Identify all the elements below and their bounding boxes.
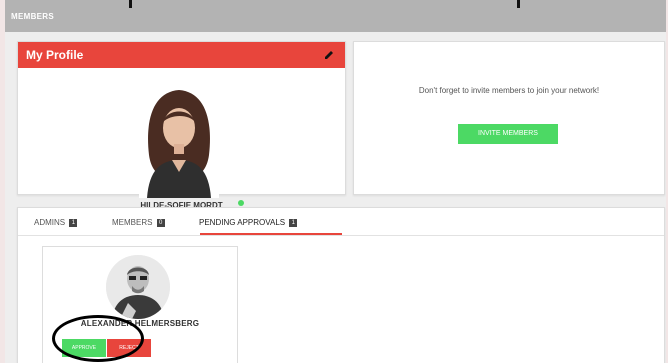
tab-label: MEMBERS xyxy=(112,218,153,227)
tab-count-badge: 1 xyxy=(69,219,78,227)
tab-admins[interactable]: ADMINS 1 xyxy=(34,218,78,234)
tab-label: PENDING APPROVALS xyxy=(199,218,286,227)
tab-count-badge: 1 xyxy=(289,219,298,227)
online-status-indicator xyxy=(238,200,244,206)
profile-heading: My Profile xyxy=(26,48,84,62)
tab-members[interactable]: MEMBERS 0 xyxy=(112,218,165,234)
invite-members-button[interactable]: INVITE MEMBERS xyxy=(458,124,558,144)
avatar xyxy=(106,255,170,319)
members-page: MEMBERS My Profile HILDE-SOFIE MORDT Net… xyxy=(5,0,666,363)
page-header: MEMBERS xyxy=(5,0,666,32)
tab-pending-approvals[interactable]: PENDING APPROVALS 1 xyxy=(199,218,298,234)
divider-line xyxy=(517,0,520,8)
tabs-divider xyxy=(18,235,664,236)
profile-card-header: My Profile xyxy=(18,42,345,68)
pencil-icon[interactable] xyxy=(323,49,335,61)
highlight-circle-annotation xyxy=(52,315,144,362)
profile-card: My Profile HILDE-SOFIE MORDT NetworkAdmi… xyxy=(17,41,346,223)
divider-line xyxy=(129,0,132,8)
tab-label: ADMINS xyxy=(34,218,66,227)
invite-card: Don't forget to invite members to join y… xyxy=(353,41,665,195)
tab-count-badge: 0 xyxy=(156,219,165,227)
avatar xyxy=(139,80,219,198)
invite-message: Don't forget to invite members to join y… xyxy=(418,86,600,95)
active-tab-indicator xyxy=(200,233,342,235)
page-title: MEMBERS xyxy=(11,12,54,21)
